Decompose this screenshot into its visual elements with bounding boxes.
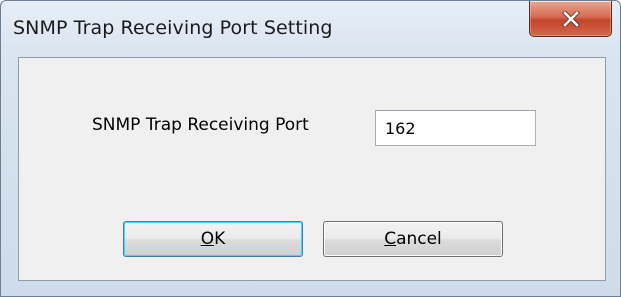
ok-label: K	[214, 229, 226, 249]
ok-button[interactable]: OK	[123, 221, 303, 257]
dialog-body: SNMP Trap Receiving Port OK Cancel	[18, 57, 606, 281]
port-label: SNMP Trap Receiving Port	[92, 115, 309, 135]
cancel-label: ancel	[396, 229, 442, 249]
dialog-window: SNMP Trap Receiving Port Setting SNMP Tr…	[0, 0, 621, 297]
window-title: SNMP Trap Receiving Port Setting	[13, 17, 333, 39]
cancel-mnemonic: C	[384, 229, 397, 249]
ok-mnemonic: O	[200, 229, 215, 249]
close-button[interactable]	[529, 1, 612, 37]
port-input[interactable]	[375, 110, 536, 146]
close-icon	[561, 10, 580, 27]
title-bar[interactable]: SNMP Trap Receiving Port Setting	[1, 1, 620, 57]
cancel-button[interactable]: Cancel	[323, 221, 503, 257]
